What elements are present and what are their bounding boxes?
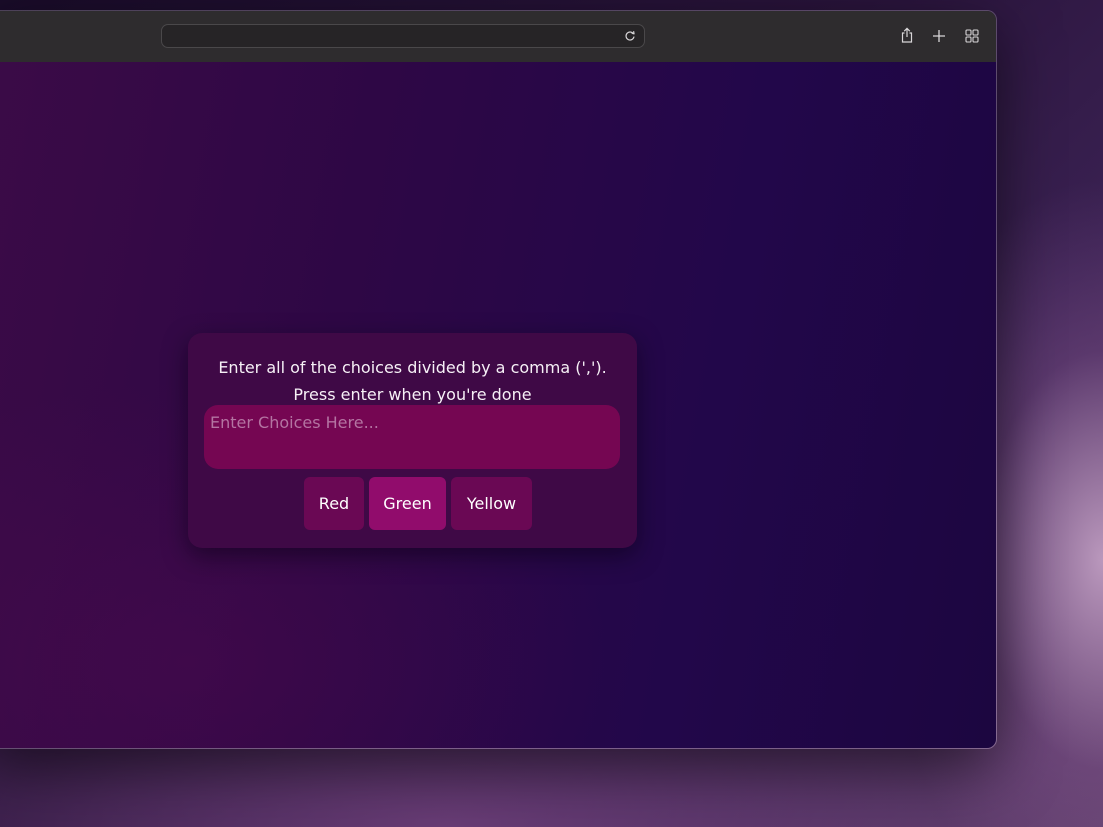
choice-chip-red[interactable]: Red bbox=[304, 477, 364, 530]
browser-toolbar bbox=[0, 11, 996, 63]
instructions-text: Enter all of the choices divided by a co… bbox=[188, 354, 637, 408]
choices-card: Enter all of the choices divided by a co… bbox=[188, 333, 637, 548]
choice-chip-yellow[interactable]: Yellow bbox=[451, 477, 532, 530]
choices-list: Red Green Yellow bbox=[188, 477, 637, 530]
choice-chip-green[interactable]: Green bbox=[369, 477, 446, 530]
reload-icon[interactable] bbox=[624, 30, 636, 42]
address-bar[interactable] bbox=[161, 24, 645, 48]
page-content: Enter all of the choices divided by a co… bbox=[0, 62, 996, 748]
browser-window: Enter all of the choices divided by a co… bbox=[0, 10, 997, 749]
instructions-line-2: Press enter when you're done bbox=[293, 385, 532, 404]
plus-icon[interactable] bbox=[931, 28, 947, 44]
instructions-line-1: Enter all of the choices divided by a co… bbox=[218, 358, 607, 377]
choices-input[interactable] bbox=[204, 405, 620, 469]
tabs-grid-icon[interactable] bbox=[964, 28, 980, 44]
share-icon[interactable] bbox=[899, 27, 915, 43]
